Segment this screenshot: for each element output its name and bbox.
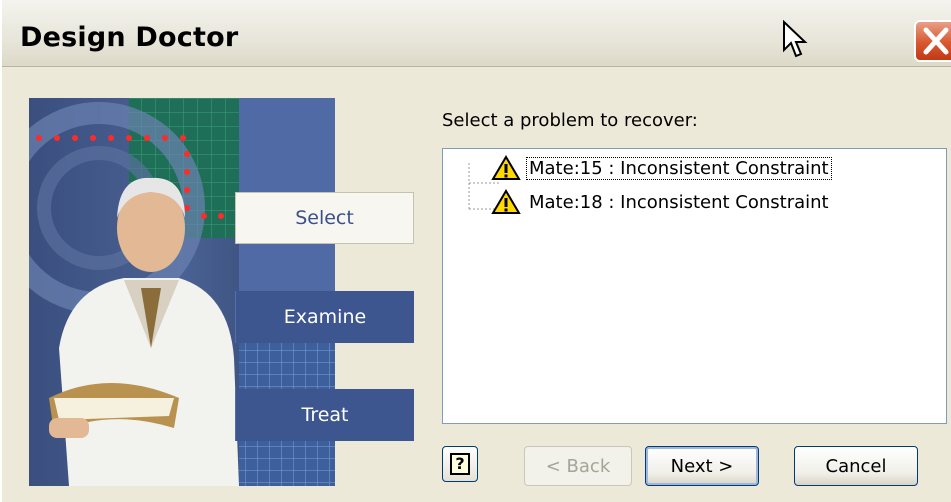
problem-list[interactable]: Mate:15 : Inconsistent Constraint Mate:1… — [442, 148, 947, 424]
step-examine-label: Examine — [283, 306, 367, 328]
help-icon: ? — [450, 453, 470, 475]
problem-item-mate-15[interactable]: Mate:15 : Inconsistent Constraint — [491, 155, 832, 181]
window-title: Design Doctor — [20, 22, 239, 53]
back-button[interactable]: < Back — [524, 446, 632, 486]
step-select-label: Select — [295, 207, 354, 229]
cancel-button[interactable]: Cancel — [794, 446, 918, 486]
step-treat: Treat — [235, 389, 414, 441]
mouse-cursor-icon — [783, 20, 808, 58]
back-button-label: < Back — [545, 455, 611, 477]
design-doctor-dialog: Design Doctor Select Examine Treat Selec… — [0, 0, 951, 502]
problem-item-mate-18[interactable]: Mate:18 : Inconsistent Constraint — [491, 189, 831, 215]
warning-icon — [491, 189, 521, 214]
next-button[interactable]: Next > — [645, 446, 759, 486]
help-button[interactable]: ? — [442, 446, 478, 482]
problem-label: Mate:18 : Inconsistent Constraint — [529, 191, 829, 213]
step-select: Select — [235, 192, 414, 244]
step-treat-label: Treat — [301, 404, 349, 426]
close-button[interactable] — [914, 20, 951, 62]
title-bar[interactable]: Design Doctor — [2, 0, 951, 67]
next-button-label: Next > — [670, 455, 734, 477]
warning-icon — [491, 155, 521, 180]
problem-label: Mate:15 : Inconsistent Constraint — [526, 156, 832, 180]
close-icon — [923, 27, 949, 55]
cancel-button-label: Cancel — [825, 455, 887, 477]
problem-prompt: Select a problem to recover: — [442, 110, 698, 131]
step-examine: Examine — [235, 291, 414, 343]
